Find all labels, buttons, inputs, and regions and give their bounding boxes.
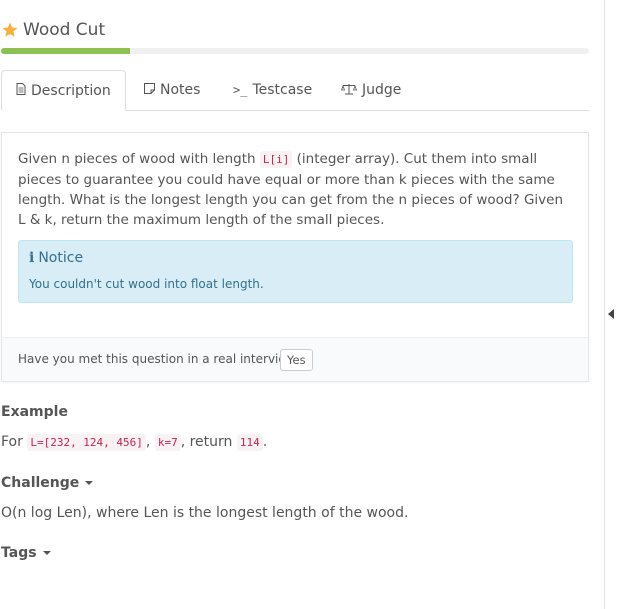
example-sep: , <box>145 434 155 450</box>
description-panel: Given n pieces of wood with length L[i] … <box>1 132 589 382</box>
file-icon <box>16 83 26 98</box>
tags-heading: Tags <box>1 545 37 561</box>
description-text: Given n pieces of wood with length <box>18 151 260 167</box>
interview-footer: Have you met this question in a real int… <box>2 337 588 381</box>
progress-bar <box>1 48 589 54</box>
side-panel-rail <box>604 0 617 609</box>
scale-icon <box>340 83 358 98</box>
notice-box: i Notice You couldn't cut wood into float… <box>18 240 573 303</box>
tab-description-label: Description <box>31 82 111 99</box>
collapse-arrow-icon[interactable] <box>608 309 614 319</box>
caret-down-icon <box>42 551 51 555</box>
title-row: Wood Cut <box>1 18 105 42</box>
example-prefix: For <box>1 434 28 450</box>
yes-button[interactable]: Yes <box>280 349 313 371</box>
example-code-l: L=[232, 124, 456] <box>27 434 146 451</box>
example-line: For L=[232, 124, 456], k=7, return 114. <box>1 434 268 451</box>
notice-title-text: Notice <box>38 250 84 266</box>
progress-fill <box>1 48 131 54</box>
terminal-icon: >_ <box>233 83 248 97</box>
tab-testcase-label: Testcase <box>252 82 313 98</box>
tab-notes-label: Notes <box>160 82 201 98</box>
tab-judge-label: Judge <box>362 82 402 98</box>
note-icon <box>144 83 155 97</box>
problem-title: Wood Cut <box>23 20 106 40</box>
tags-toggle[interactable]: Tags <box>1 545 51 561</box>
tab-notes[interactable]: Notes <box>130 70 214 110</box>
notice-text: You couldn't cut wood into float length. <box>29 277 264 291</box>
example-mid: , return <box>180 434 237 450</box>
tab-bar: Description Notes >_ Testcase Judge <box>1 70 589 111</box>
inline-code: L[i] <box>259 151 293 168</box>
caret-down-icon <box>85 481 94 485</box>
challenge-heading: Challenge <box>1 475 80 491</box>
example-code-result: 114 <box>236 434 263 451</box>
challenge-toggle[interactable]: Challenge <box>1 475 94 491</box>
challenge-text: O(n log Len), where Len is the longest l… <box>1 505 409 521</box>
interview-question: Have you met this question in a real int… <box>18 352 302 366</box>
star-icon[interactable] <box>1 21 19 39</box>
example-heading: Example <box>1 404 68 420</box>
tab-judge[interactable]: Judge <box>327 70 415 110</box>
example-suffix: . <box>262 434 268 450</box>
notice-title: i Notice <box>29 250 83 266</box>
example-code-k: k=7 <box>154 434 181 451</box>
tab-testcase[interactable]: >_ Testcase <box>219 70 326 110</box>
tab-description[interactable]: Description <box>1 70 126 111</box>
info-icon: i <box>29 250 35 266</box>
problem-description: Given n pieces of wood with length L[i] … <box>18 149 573 230</box>
